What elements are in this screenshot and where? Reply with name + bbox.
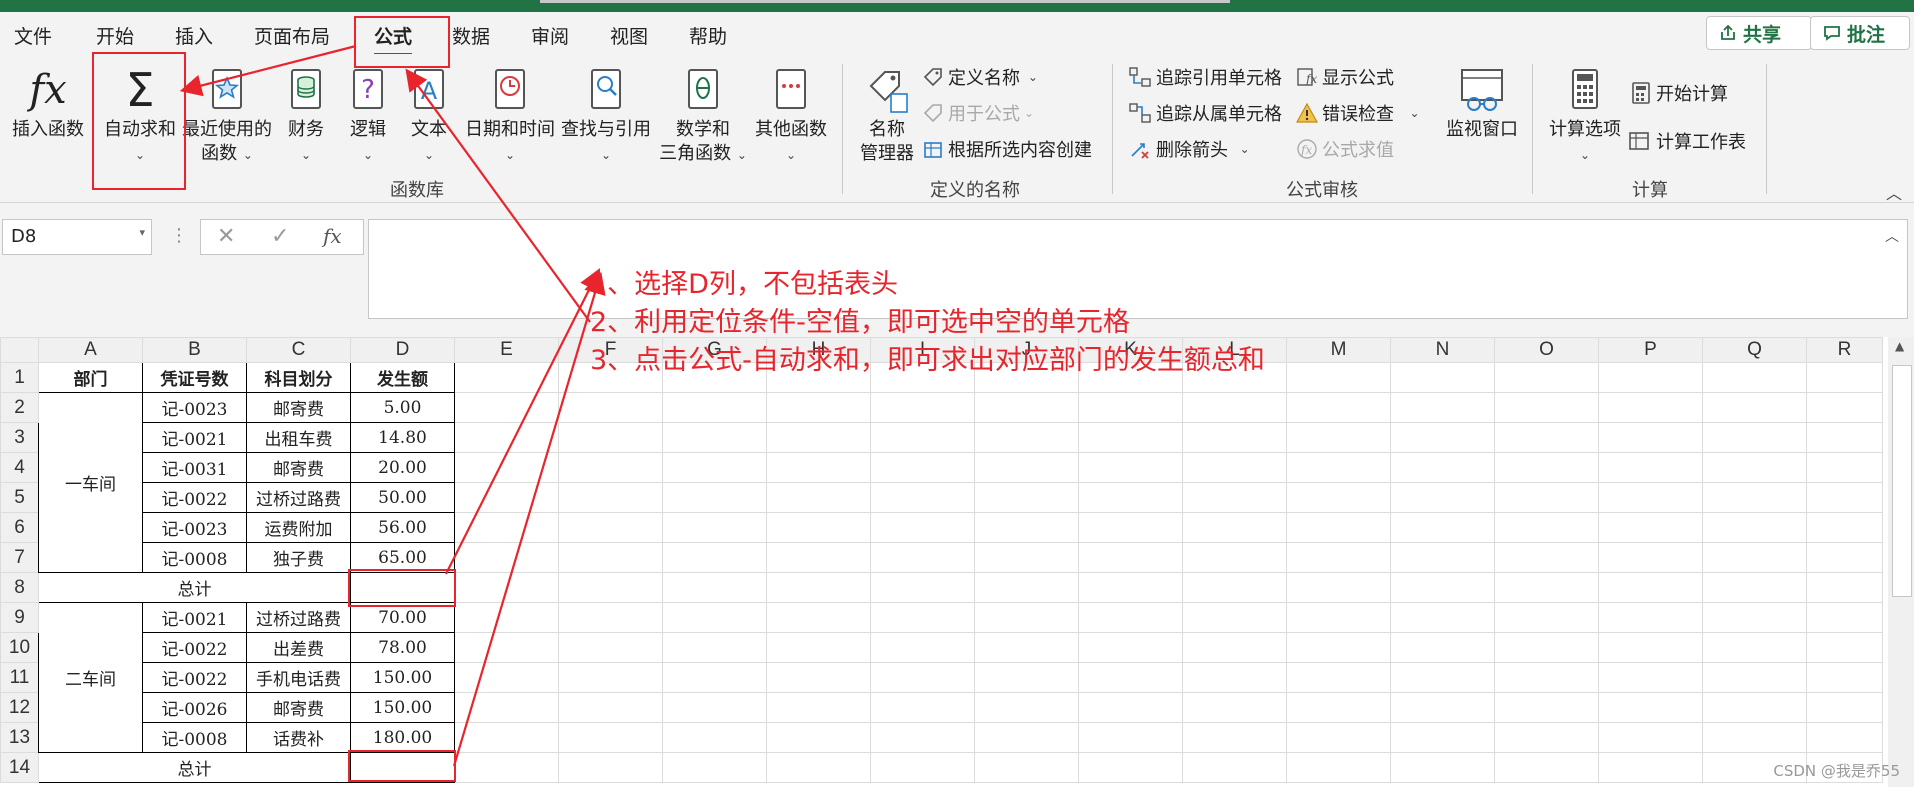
arrow-from-d14 — [452, 271, 606, 767]
annotation-arrows — [179, 44, 606, 767]
watermark: CSDN @我是乔55 — [1773, 762, 1900, 780]
arrow-to-formulas-tab — [405, 68, 591, 323]
arrow-to-autosum — [179, 44, 357, 97]
arrow-from-d8 — [445, 268, 600, 575]
